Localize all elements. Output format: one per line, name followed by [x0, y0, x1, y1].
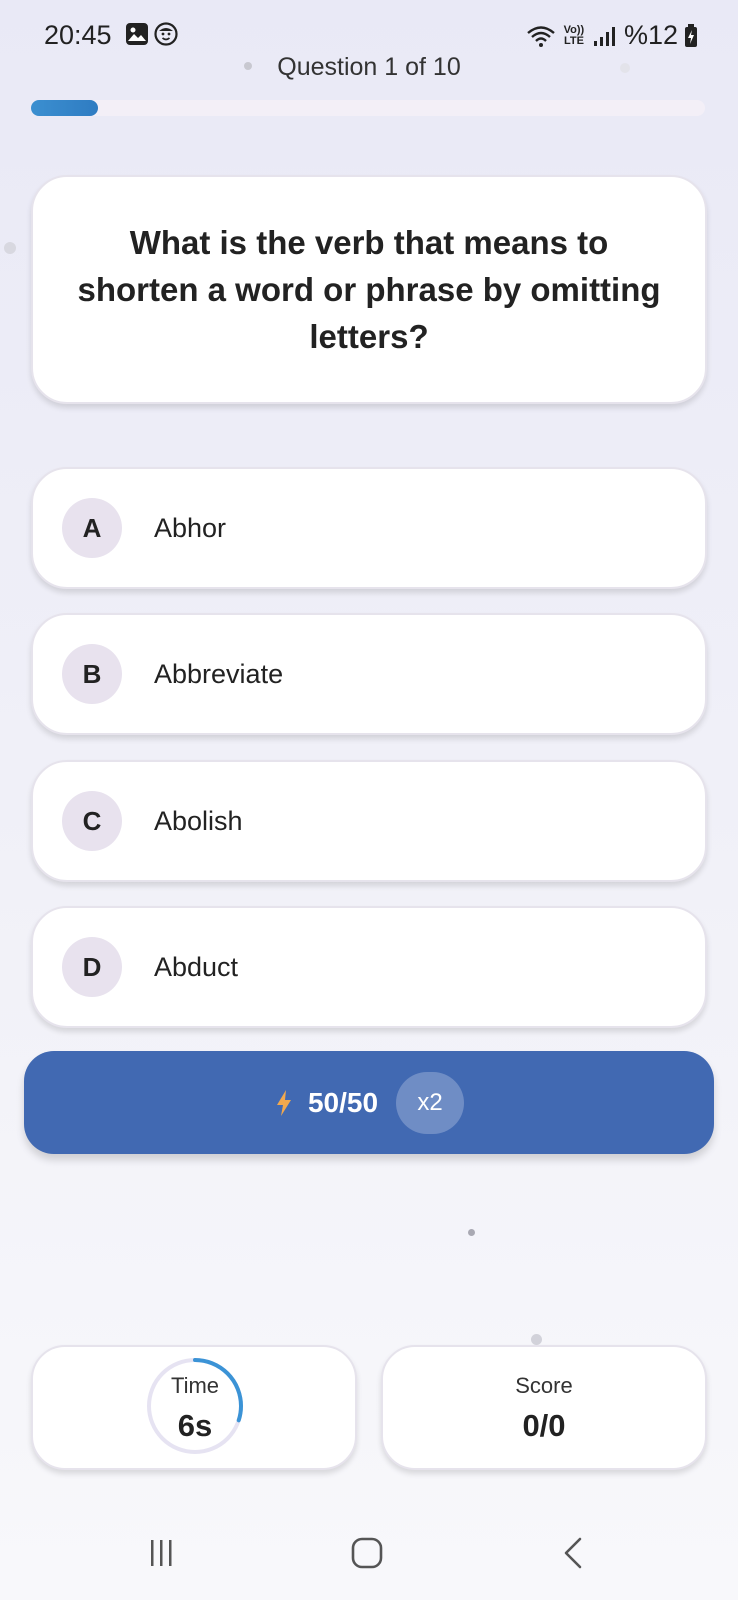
- question-text: What is the verb that means to shorten a…: [77, 224, 661, 355]
- fifty-fifty-lifeline-button[interactable]: 50/50 x2: [24, 1051, 714, 1154]
- question-card: What is the verb that means to shorten a…: [31, 175, 707, 404]
- progress-bar: [31, 100, 705, 116]
- option-letter-badge: C: [62, 791, 122, 851]
- option-letter-badge: A: [62, 498, 122, 558]
- signal-icon: [593, 26, 615, 46]
- home-icon[interactable]: [350, 1536, 384, 1570]
- option-d-button[interactable]: D Abduct: [31, 906, 707, 1028]
- score-label: Score: [515, 1373, 573, 1398]
- option-text: Abbreviate: [154, 658, 284, 689]
- lightning-bolt-icon: [276, 1089, 291, 1116]
- face-notification-icon: [154, 22, 178, 46]
- option-text: Abduct: [154, 951, 239, 982]
- recent-apps-icon[interactable]: [144, 1536, 178, 1570]
- battery-percent: %12: [623, 20, 678, 50]
- option-text: Abhor: [154, 512, 227, 543]
- wifi-icon: [527, 25, 555, 47]
- gallery-notification-icon: [126, 23, 148, 45]
- timer-card: Time 6s: [31, 1345, 357, 1470]
- option-letter-badge: B: [62, 644, 122, 704]
- network-type: Vo)) LTE: [563, 23, 585, 47]
- question-counter: Question 1 of 10: [277, 53, 461, 81]
- timer-value: 6s: [177, 1408, 213, 1443]
- battery-charging-icon: [685, 23, 697, 47]
- option-c-button[interactable]: C Abolish: [31, 760, 707, 882]
- status-time: 20:45: [44, 20, 112, 50]
- score-value: 0/0: [522, 1408, 566, 1443]
- option-b-button[interactable]: B Abbreviate: [31, 613, 707, 735]
- option-letter-badge: D: [62, 937, 122, 997]
- status-indicators: Vo)) LTE %12: [526, 20, 698, 51]
- score-card: Score 0/0: [381, 1345, 707, 1470]
- option-a-button[interactable]: A Abhor: [31, 467, 707, 589]
- timer-label: Time: [170, 1373, 220, 1398]
- decorative-dot: [468, 1229, 475, 1236]
- decorative-dot: [531, 1334, 542, 1345]
- back-icon[interactable]: [558, 1536, 592, 1570]
- decorative-dot: [4, 242, 16, 254]
- system-nav-bar: [0, 1520, 738, 1600]
- option-text: Abolish: [154, 805, 243, 836]
- lifeline-label: 50/50: [307, 1086, 379, 1118]
- progress-fill: [31, 100, 98, 116]
- multiplier-badge: x2: [396, 1071, 465, 1134]
